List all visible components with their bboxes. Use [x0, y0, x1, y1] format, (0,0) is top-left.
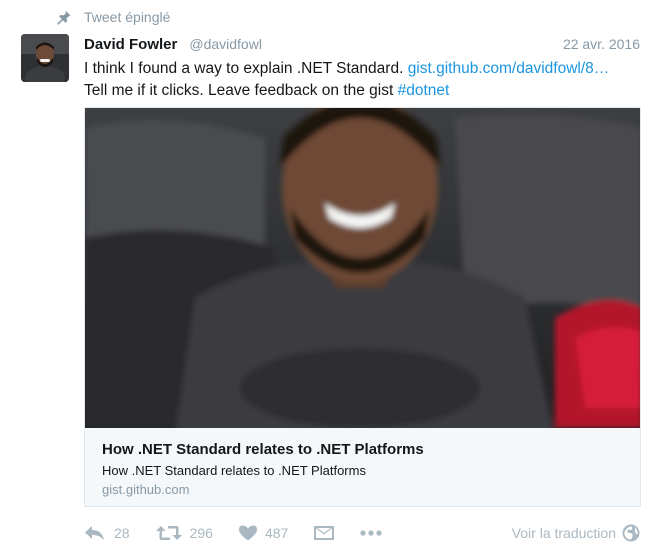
like-count: 487	[264, 525, 289, 541]
like-button[interactable]: 487	[238, 525, 289, 541]
envelope-icon	[314, 526, 335, 540]
globe-icon	[622, 524, 640, 542]
author-name[interactable]: David Fowler	[84, 36, 177, 53]
card-title: How .NET Standard relates to .NET Platfo…	[102, 441, 424, 458]
direct-message-button[interactable]	[314, 525, 335, 541]
card-body[interactable]: How .NET Standard relates to .NET Platfo…	[85, 428, 640, 506]
reply-icon	[85, 526, 104, 540]
tweet-text-line2: Tell me if it clicks. Leave feedback on …	[84, 82, 398, 99]
hashtag-link[interactable]: #dotnet	[398, 82, 450, 99]
retweet-icon	[155, 526, 182, 540]
author-handle[interactable]: @davidfowl	[189, 36, 262, 52]
pinned-label: Tweet épinglé	[84, 9, 171, 25]
tweet-text-line1: I think I found a way to explain .NET St…	[84, 60, 408, 77]
retweet-button[interactable]: 296	[155, 525, 213, 541]
tweet-actions: 28 296 487 Voir la traduction	[84, 520, 640, 546]
tweet-header: David Fowler @davidfowl 22 avr. 2016	[84, 36, 640, 56]
tweet-date[interactable]: 22 avr. 2016	[563, 36, 640, 52]
reply-button[interactable]: 28	[84, 525, 130, 541]
translate-label: Voir la traduction	[511, 525, 616, 541]
card-domain: gist.github.com	[102, 482, 190, 497]
avatar[interactable]	[21, 34, 69, 82]
card-image[interactable]	[85, 108, 640, 428]
link-card[interactable]: How .NET Standard relates to .NET Platfo…	[84, 107, 641, 507]
translate-button[interactable]: Voir la traduction	[512, 524, 640, 542]
gist-link[interactable]: gist.github.com/davidfowl/8…	[408, 60, 610, 77]
more-button[interactable]	[360, 530, 382, 536]
reply-count: 28	[114, 525, 130, 541]
card-description: How .NET Standard relates to .NET Platfo…	[102, 463, 366, 478]
tweet-text: I think I found a way to explain .NET St…	[84, 58, 644, 102]
pinned-label-row: Tweet épinglé	[56, 8, 170, 26]
more-icon	[360, 530, 382, 536]
heart-icon	[238, 525, 257, 541]
pin-icon	[56, 9, 72, 25]
retweet-count: 296	[189, 525, 213, 541]
